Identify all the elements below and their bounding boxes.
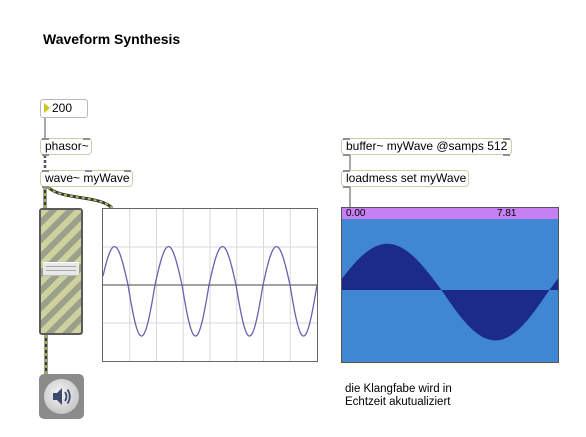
phasor-object[interactable]: phasor~ <box>40 137 92 156</box>
oscilloscope-plot <box>102 209 318 361</box>
outlet[interactable] <box>42 185 49 188</box>
inlet[interactable] <box>42 169 49 172</box>
loadmess-object[interactable]: loadmess set myWave <box>341 169 469 188</box>
ruler-end-label: 7.81 <box>497 208 517 219</box>
buffer-label: buffer~ myWave @samps 512 <box>346 139 508 153</box>
inlet[interactable] <box>83 137 90 140</box>
outlet[interactable] <box>343 185 350 188</box>
inlet[interactable] <box>85 169 92 172</box>
patch-title: Waveform Synthesis <box>43 31 181 47</box>
audio-output-button[interactable] <box>39 374 84 419</box>
outlet[interactable] <box>343 153 350 156</box>
outlet[interactable] <box>42 153 49 156</box>
speaker-icon <box>53 388 71 405</box>
comment-line-2: Echtzeit akutualiziert <box>345 396 451 408</box>
buffer-object[interactable]: buffer~ myWave @samps 512 <box>341 137 512 156</box>
oscilloscope-display[interactable] <box>102 208 318 362</box>
cord-wave-to-scope <box>46 185 114 210</box>
inlet[interactable] <box>343 169 350 172</box>
waveform-ruler[interactable]: 0.00 7.81 <box>342 208 558 219</box>
loadmess-label: loadmess set myWave <box>346 171 467 185</box>
waveform-plot <box>342 243 558 341</box>
gain-slider[interactable] <box>39 208 83 335</box>
outlet[interactable] <box>503 153 510 156</box>
speaker-circle <box>44 379 79 414</box>
cord-wave-to-scope-dash <box>47 186 113 209</box>
inlet[interactable] <box>42 137 49 140</box>
buffer-waveform-shape <box>342 243 558 341</box>
comment-text: die Klangfabe wird in Echtzeit akutualiz… <box>345 383 452 409</box>
gain-slider-knob[interactable] <box>43 262 79 276</box>
number-box-value: 200 <box>52 101 73 115</box>
wave-label: wave~ myWave <box>45 171 130 185</box>
frequency-number-box[interactable]: 200 <box>40 99 88 118</box>
inlet[interactable] <box>343 137 350 140</box>
inlet[interactable] <box>124 169 131 172</box>
phasor-label: phasor~ <box>45 139 89 153</box>
comment-line-1: die Klangfabe wird in <box>345 383 452 395</box>
waveform-editor[interactable]: 0.00 7.81 <box>341 207 559 363</box>
ruler-start-label: 0.00 <box>346 208 366 219</box>
wave-object[interactable]: wave~ myWave <box>40 169 133 188</box>
inlet[interactable] <box>503 137 510 140</box>
number-box-triangle-icon <box>44 103 50 113</box>
